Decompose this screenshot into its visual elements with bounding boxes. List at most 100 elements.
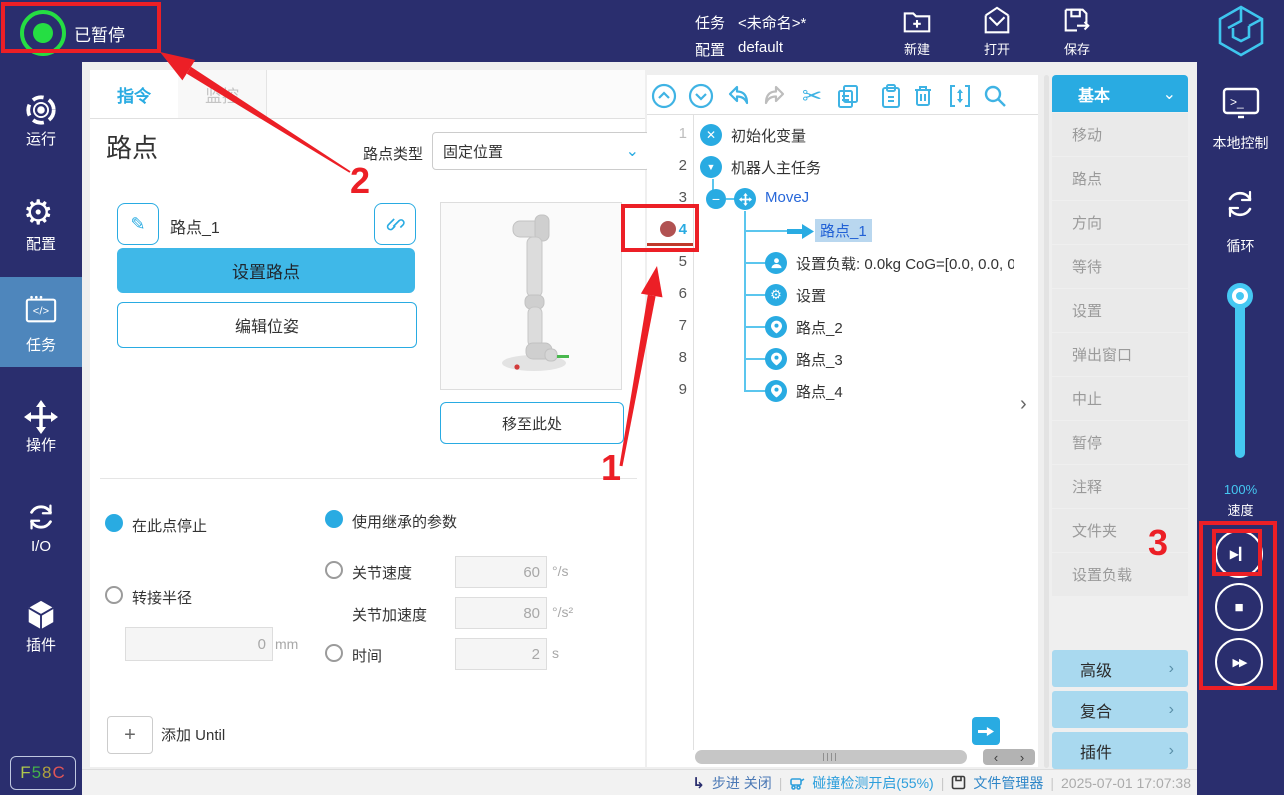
plugin-cube-icon[interactable] bbox=[24, 598, 58, 632]
gutter-divider bbox=[693, 115, 694, 750]
search-button[interactable] bbox=[980, 81, 1010, 111]
save-task-button[interactable]: 保存 bbox=[1055, 5, 1099, 58]
waypoint-type-select[interactable]: 固定位置 ⌄ bbox=[432, 132, 650, 170]
run-state-indicator-icon bbox=[20, 10, 66, 56]
palette-group-advanced[interactable]: 高级› bbox=[1052, 650, 1188, 687]
edit-pose-button[interactable]: 编辑位姿 bbox=[117, 302, 417, 348]
chevron-right-icon: › bbox=[1169, 701, 1174, 719]
scroll-left-icon[interactable]: ‹ bbox=[994, 750, 998, 765]
palette-item-move[interactable]: 移动 bbox=[1052, 113, 1188, 156]
local-control-icon[interactable]: >_ bbox=[1221, 86, 1261, 122]
palette-item-folder[interactable]: 文件夹 bbox=[1052, 509, 1188, 552]
palette-item-wait[interactable]: 等待 bbox=[1052, 245, 1188, 288]
pencil-icon: ✎ bbox=[130, 214, 145, 235]
joint-accel-input[interactable]: 80 bbox=[455, 597, 547, 629]
open-task-button[interactable]: 打开 bbox=[975, 5, 1019, 58]
inherited-params-radio[interactable] bbox=[325, 510, 343, 528]
scrollbar-arrows[interactable]: ‹ › bbox=[983, 749, 1035, 765]
time-label: 时间 bbox=[352, 645, 382, 666]
speed-slider-handle[interactable] bbox=[1227, 283, 1253, 309]
move-up-button[interactable] bbox=[649, 81, 679, 111]
tree-connector bbox=[746, 390, 766, 392]
palette-item-pause[interactable]: 暂停 bbox=[1052, 421, 1188, 464]
joint-speed-input[interactable]: 60 bbox=[455, 556, 547, 588]
program-tree-panel bbox=[647, 75, 1038, 767]
collapse-node-icon[interactable]: − bbox=[706, 189, 726, 209]
new-task-button[interactable]: 新建 bbox=[895, 5, 939, 58]
scroll-right-icon[interactable]: › bbox=[1020, 750, 1024, 765]
indent-right-button[interactable] bbox=[972, 717, 1000, 745]
redo-button[interactable] bbox=[760, 81, 790, 111]
panel-expand-chevron[interactable]: › bbox=[1020, 393, 1027, 416]
palette-group-composite[interactable]: 复合› bbox=[1052, 691, 1188, 728]
tree-node-waypoint-1[interactable]: 路点_1 bbox=[815, 219, 872, 242]
local-control-label: 本地控制 bbox=[1197, 133, 1284, 153]
fast-forward-button[interactable]: ▶▶ bbox=[1215, 638, 1263, 686]
collision-icon bbox=[789, 775, 805, 790]
joint-speed-radio[interactable] bbox=[325, 561, 343, 579]
joint-speed-unit: °/s bbox=[552, 563, 569, 579]
horizontal-scrollbar[interactable] bbox=[695, 750, 967, 764]
sidebar-item-task[interactable]: 任务 bbox=[0, 334, 82, 355]
tree-node-init-variables[interactable]: 初始化变量 bbox=[731, 125, 806, 146]
loop-icon[interactable] bbox=[1222, 186, 1258, 222]
add-until-button[interactable]: + bbox=[107, 716, 153, 754]
sidebar-item-operate[interactable]: 操作 bbox=[0, 434, 82, 455]
jog-move-icon[interactable] bbox=[24, 400, 58, 434]
palette-category-select[interactable]: 基本 ⌄ bbox=[1052, 75, 1188, 112]
palette-item-waypoint[interactable]: 路点 bbox=[1052, 157, 1188, 200]
palette-item-set-payload[interactable]: 设置负载 bbox=[1052, 553, 1188, 596]
line-number: 1 bbox=[647, 125, 687, 142]
current-step-arrow-icon bbox=[787, 223, 814, 240]
paste-button[interactable] bbox=[876, 81, 906, 111]
chevron-down-icon: ⌄ bbox=[626, 141, 639, 161]
step-mode-status[interactable]: 步进 关闭 bbox=[712, 773, 772, 793]
palette-item-popup[interactable]: 弹出窗口 bbox=[1052, 333, 1188, 376]
move-down-button[interactable] bbox=[686, 81, 716, 111]
suppress-button[interactable] bbox=[945, 81, 975, 111]
collision-status[interactable]: 碰撞检测开启(55%) bbox=[812, 773, 933, 793]
file-manager-link[interactable]: 文件管理器 bbox=[973, 773, 1043, 793]
io-swap-icon[interactable] bbox=[24, 500, 58, 534]
tree-node-set[interactable]: 设置 bbox=[796, 285, 826, 306]
undo-button[interactable] bbox=[723, 81, 753, 111]
tree-node-waypoint-3[interactable]: 路点_3 bbox=[796, 349, 843, 370]
tree-node-set-payload[interactable]: 设置负载: 0.0kg CoG=[0.0, 0.0, 0 bbox=[796, 253, 1014, 274]
time-input[interactable]: 2 bbox=[455, 638, 547, 670]
stop-button[interactable]: ■ bbox=[1215, 583, 1263, 631]
task-code-window-icon[interactable]: </> bbox=[24, 293, 58, 327]
tree-node-waypoint-4[interactable]: 路点_4 bbox=[796, 381, 843, 402]
sidebar-item-plugin[interactable]: 插件 bbox=[0, 634, 82, 655]
tree-node-main-task[interactable]: 机器人主任务 bbox=[731, 157, 821, 178]
blend-radius-input[interactable]: 0 bbox=[125, 627, 273, 661]
config-gear-icon[interactable]: ⚙ bbox=[23, 196, 53, 230]
blend-radius-radio[interactable] bbox=[105, 586, 123, 604]
palette-scrollbar[interactable] bbox=[1044, 75, 1049, 768]
link-waypoint-button[interactable] bbox=[374, 203, 416, 245]
run-icon[interactable] bbox=[24, 93, 58, 127]
tree-node-movej[interactable]: MoveJ bbox=[765, 189, 809, 206]
sidebar-item-io[interactable]: I/O bbox=[0, 538, 82, 555]
palette-item-comment[interactable]: 注释 bbox=[1052, 465, 1188, 508]
move-here-button[interactable]: 移至此处 bbox=[440, 402, 624, 444]
delete-button[interactable] bbox=[908, 81, 938, 111]
rename-waypoint-button[interactable]: ✎ bbox=[117, 203, 159, 245]
tab-instruction[interactable]: 指令 bbox=[90, 70, 179, 118]
tree-node-waypoint-2[interactable]: 路点_2 bbox=[796, 317, 843, 338]
speed-slider-track[interactable] bbox=[1235, 292, 1245, 458]
tab-monitor[interactable]: 监控 bbox=[178, 70, 267, 118]
step-next-button[interactable]: ▶▎ bbox=[1215, 530, 1263, 578]
cut-button[interactable]: ✂ bbox=[797, 81, 827, 111]
palette-item-set[interactable]: 设置 bbox=[1052, 289, 1188, 332]
copy-button[interactable] bbox=[833, 81, 863, 111]
set-waypoint-button[interactable]: 设置路点 bbox=[117, 248, 415, 293]
time-radio[interactable] bbox=[325, 644, 343, 662]
robot-arm-image bbox=[441, 203, 621, 389]
breakpoint-dot[interactable] bbox=[660, 221, 676, 237]
palette-item-direction[interactable]: 方向 bbox=[1052, 201, 1188, 244]
palette-item-abort[interactable]: 中止 bbox=[1052, 377, 1188, 420]
stop-here-radio[interactable] bbox=[105, 514, 123, 532]
sidebar-item-run[interactable]: 运行 bbox=[0, 128, 82, 149]
sidebar-item-config[interactable]: 配置 bbox=[0, 233, 82, 254]
palette-group-plugin[interactable]: 插件› bbox=[1052, 732, 1188, 769]
